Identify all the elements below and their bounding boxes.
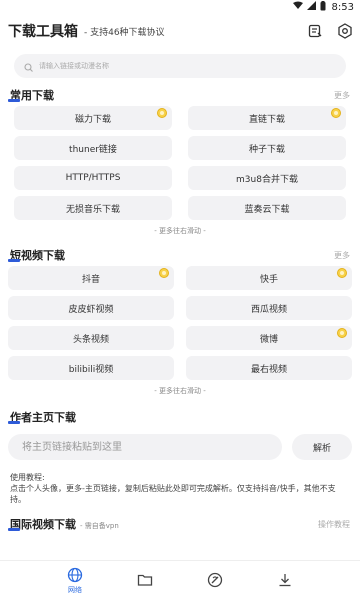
short-video-grid: 抖音 快手 皮皮虾视频 西瓜视频 头条视频 微博 bilibili视频 最右视频 bbox=[0, 266, 360, 380]
tutorial-body: 点击个人头像，更多-主页链接，复制后粘贴此处即可完成解析。仅支持抖音/快手，其他… bbox=[10, 484, 336, 504]
download-icon bbox=[277, 572, 293, 590]
app-header: 下载工具箱 - 支持46种下载协议 bbox=[0, 14, 360, 48]
vip-badge-icon bbox=[157, 108, 167, 118]
tile-pipixia[interactable]: 皮皮虾视频 bbox=[8, 296, 174, 320]
magnet-icon bbox=[207, 572, 223, 590]
common-more-link[interactable]: 更多 bbox=[334, 90, 350, 101]
nav-network-label: 网络 bbox=[68, 585, 82, 594]
tile-lossless-music[interactable]: 无损音乐下载 bbox=[14, 196, 172, 220]
notes-icon[interactable] bbox=[306, 22, 324, 40]
common-section-head: 常用下载 更多 bbox=[0, 84, 360, 106]
tile-weibo[interactable]: 微博 bbox=[186, 326, 352, 350]
tile-zuiyou[interactable]: 最右视频 bbox=[186, 356, 352, 380]
tutorial-heading: 使用教程: bbox=[10, 473, 45, 482]
tile-toutiao[interactable]: 头条视频 bbox=[8, 326, 174, 350]
vpn-note: - 需自备vpn bbox=[80, 522, 119, 530]
tile-torrent[interactable]: 种子下载 bbox=[188, 136, 346, 160]
signal-icon bbox=[306, 1, 316, 13]
battery-icon bbox=[320, 0, 326, 14]
short-video-more-link[interactable]: 更多 bbox=[334, 250, 350, 261]
nav-network[interactable]: 网络 bbox=[67, 567, 83, 595]
settings-icon[interactable] bbox=[336, 22, 354, 40]
author-section-head: 作者主页下载 bbox=[0, 406, 360, 428]
tile-lanzou[interactable]: 蓝奏云下载 bbox=[188, 196, 346, 220]
tile-xigua[interactable]: 西瓜视频 bbox=[186, 296, 352, 320]
homepage-link-input[interactable] bbox=[8, 434, 282, 460]
short-video-section-title: 短视频下载 bbox=[8, 249, 65, 262]
tile-douyin[interactable]: 抖音 bbox=[8, 266, 174, 290]
status-bar: 8:53 bbox=[0, 0, 360, 14]
international-section-title: 国际视频下载 - 需自备vpn bbox=[8, 518, 119, 531]
parse-button[interactable]: 解析 bbox=[292, 434, 352, 460]
search-input[interactable] bbox=[39, 62, 299, 70]
common-section-title: 常用下载 bbox=[8, 89, 54, 102]
bottom-nav: 网络 bbox=[0, 560, 360, 600]
tile-kuaishou[interactable]: 快手 bbox=[186, 266, 352, 290]
international-section-head: 国际视频下载 - 需自备vpn 操作教程 bbox=[0, 513, 360, 535]
search-bar[interactable] bbox=[14, 54, 346, 78]
short-video-section-head: 短视频下载 更多 bbox=[0, 244, 360, 266]
nav-magnet[interactable] bbox=[207, 572, 223, 590]
app-subtitle: - 支持46种下载协议 bbox=[84, 27, 165, 38]
author-paste-row: 解析 bbox=[0, 434, 360, 460]
app-title: 下载工具箱 bbox=[8, 24, 78, 40]
tile-direct-link[interactable]: 直链下载 bbox=[188, 106, 346, 130]
vip-badge-icon bbox=[331, 108, 341, 118]
nav-files[interactable] bbox=[137, 572, 153, 590]
folder-icon bbox=[137, 572, 153, 590]
status-time: 8:53 bbox=[331, 1, 354, 13]
tile-m3u8[interactable]: m3u8合并下载 bbox=[188, 166, 346, 190]
common-grid: 磁力下载 直链下载 thuner链接 种子下载 HTTP/HTTPS m3u8合… bbox=[0, 106, 360, 220]
tile-bilibili[interactable]: bilibili视频 bbox=[8, 356, 174, 380]
tutorial-text: 使用教程: 点击个人头像，更多-主页链接，复制后粘贴此处即可完成解析。仅支持抖音… bbox=[0, 472, 360, 505]
vip-badge-icon bbox=[337, 268, 347, 278]
tutorial-link[interactable]: 操作教程 bbox=[318, 519, 350, 530]
vip-badge-icon bbox=[337, 328, 347, 338]
tile-thunder[interactable]: thuner链接 bbox=[14, 136, 172, 160]
search-icon bbox=[24, 57, 33, 76]
wifi-icon bbox=[292, 1, 303, 13]
globe-icon bbox=[67, 567, 83, 585]
vip-badge-icon bbox=[159, 268, 169, 278]
tile-magnet[interactable]: 磁力下载 bbox=[14, 106, 172, 130]
tile-http[interactable]: HTTP/HTTPS bbox=[14, 166, 172, 190]
nav-downloads[interactable] bbox=[277, 572, 293, 590]
common-scroll-hint: - 更多往右滑动 - bbox=[154, 227, 206, 235]
short-video-scroll-hint: - 更多往右滑动 - bbox=[154, 387, 206, 395]
author-section-title: 作者主页下载 bbox=[8, 411, 76, 424]
